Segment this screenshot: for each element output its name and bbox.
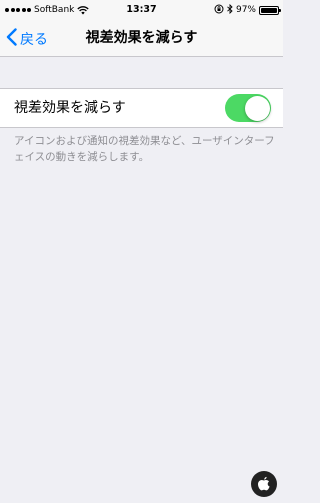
chevron-left-icon xyxy=(6,27,17,50)
footer-note: アイコンおよび通知の視差効果など、ユーザインターフェイスの動きを減らします。 xyxy=(14,135,275,163)
toggle-knob xyxy=(244,95,270,121)
battery-fill xyxy=(261,7,277,13)
orientation-lock-icon xyxy=(214,4,224,17)
battery-icon xyxy=(259,5,281,15)
back-label: 戻る xyxy=(20,31,48,48)
bluetooth-icon xyxy=(227,3,233,17)
status-bar: SoftBank 13:37 97% xyxy=(0,0,283,20)
settings-group: 視差効果を減らす xyxy=(0,88,283,128)
battery-percent: 97% xyxy=(235,5,256,15)
navigation-bar: 戻る 視差効果を減らす xyxy=(0,20,283,57)
status-right: 97% xyxy=(214,0,281,20)
back-button[interactable]: 戻る xyxy=(6,20,48,57)
apple-logo-icon xyxy=(251,471,277,497)
reduce-motion-toggle[interactable] xyxy=(225,94,271,122)
reduce-motion-label: 視差効果を減らす xyxy=(14,100,126,116)
